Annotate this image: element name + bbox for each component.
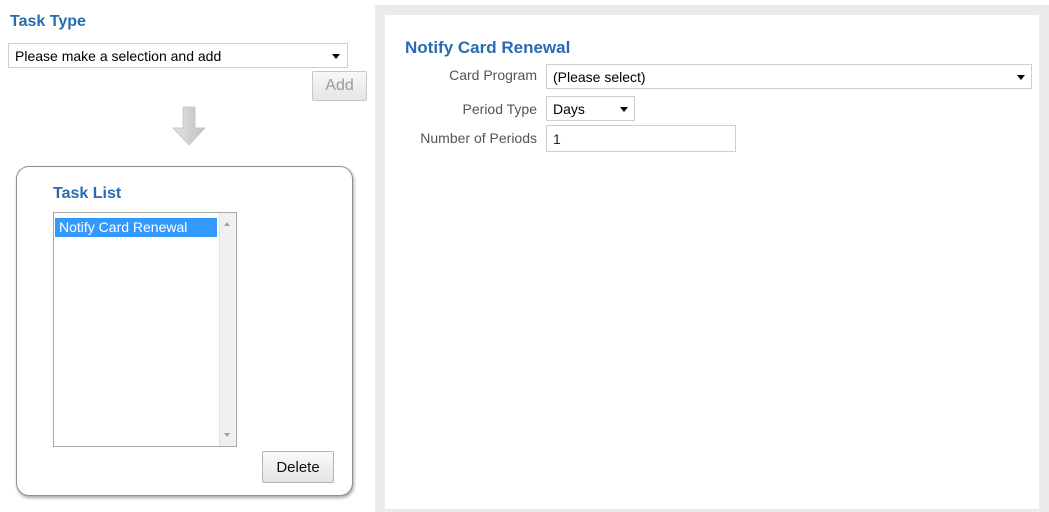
arrow-down-icon — [172, 106, 206, 146]
chevron-down-icon — [620, 107, 628, 112]
task-list-panel: Task List Notify Card Renewal Delete — [16, 166, 353, 496]
task-type-select-value: Please make a selection and add — [15, 47, 222, 64]
period-type-select-value: Days — [553, 100, 585, 117]
period-type-select[interactable]: Days — [546, 96, 635, 121]
scroll-down-icon[interactable] — [224, 433, 230, 437]
chevron-down-icon — [332, 54, 340, 59]
number-of-periods-input[interactable]: 1 — [546, 125, 736, 152]
task-type-heading: Task Type — [10, 13, 86, 30]
card-program-select-value: (Please select) — [553, 68, 646, 85]
card-program-label: Card Program — [449, 67, 537, 83]
scroll-up-icon[interactable] — [224, 222, 230, 226]
listbox-scrollbar[interactable] — [219, 213, 236, 446]
task-listbox[interactable]: Notify Card Renewal — [53, 212, 237, 447]
period-type-label: Period Type — [462, 101, 537, 117]
task-detail-title: Notify Card Renewal — [405, 38, 571, 57]
task-type-select[interactable]: Please make a selection and add — [8, 43, 348, 68]
task-detail-content — [385, 15, 1039, 509]
task-list-heading: Task List — [53, 185, 122, 202]
add-button[interactable]: Add — [312, 71, 367, 101]
list-item[interactable]: Notify Card Renewal — [55, 218, 217, 237]
card-program-select[interactable]: (Please select) — [546, 64, 1032, 89]
number-of-periods-label: Number of Periods — [420, 130, 537, 146]
delete-button[interactable]: Delete — [262, 451, 334, 483]
chevron-down-icon — [1017, 75, 1025, 80]
